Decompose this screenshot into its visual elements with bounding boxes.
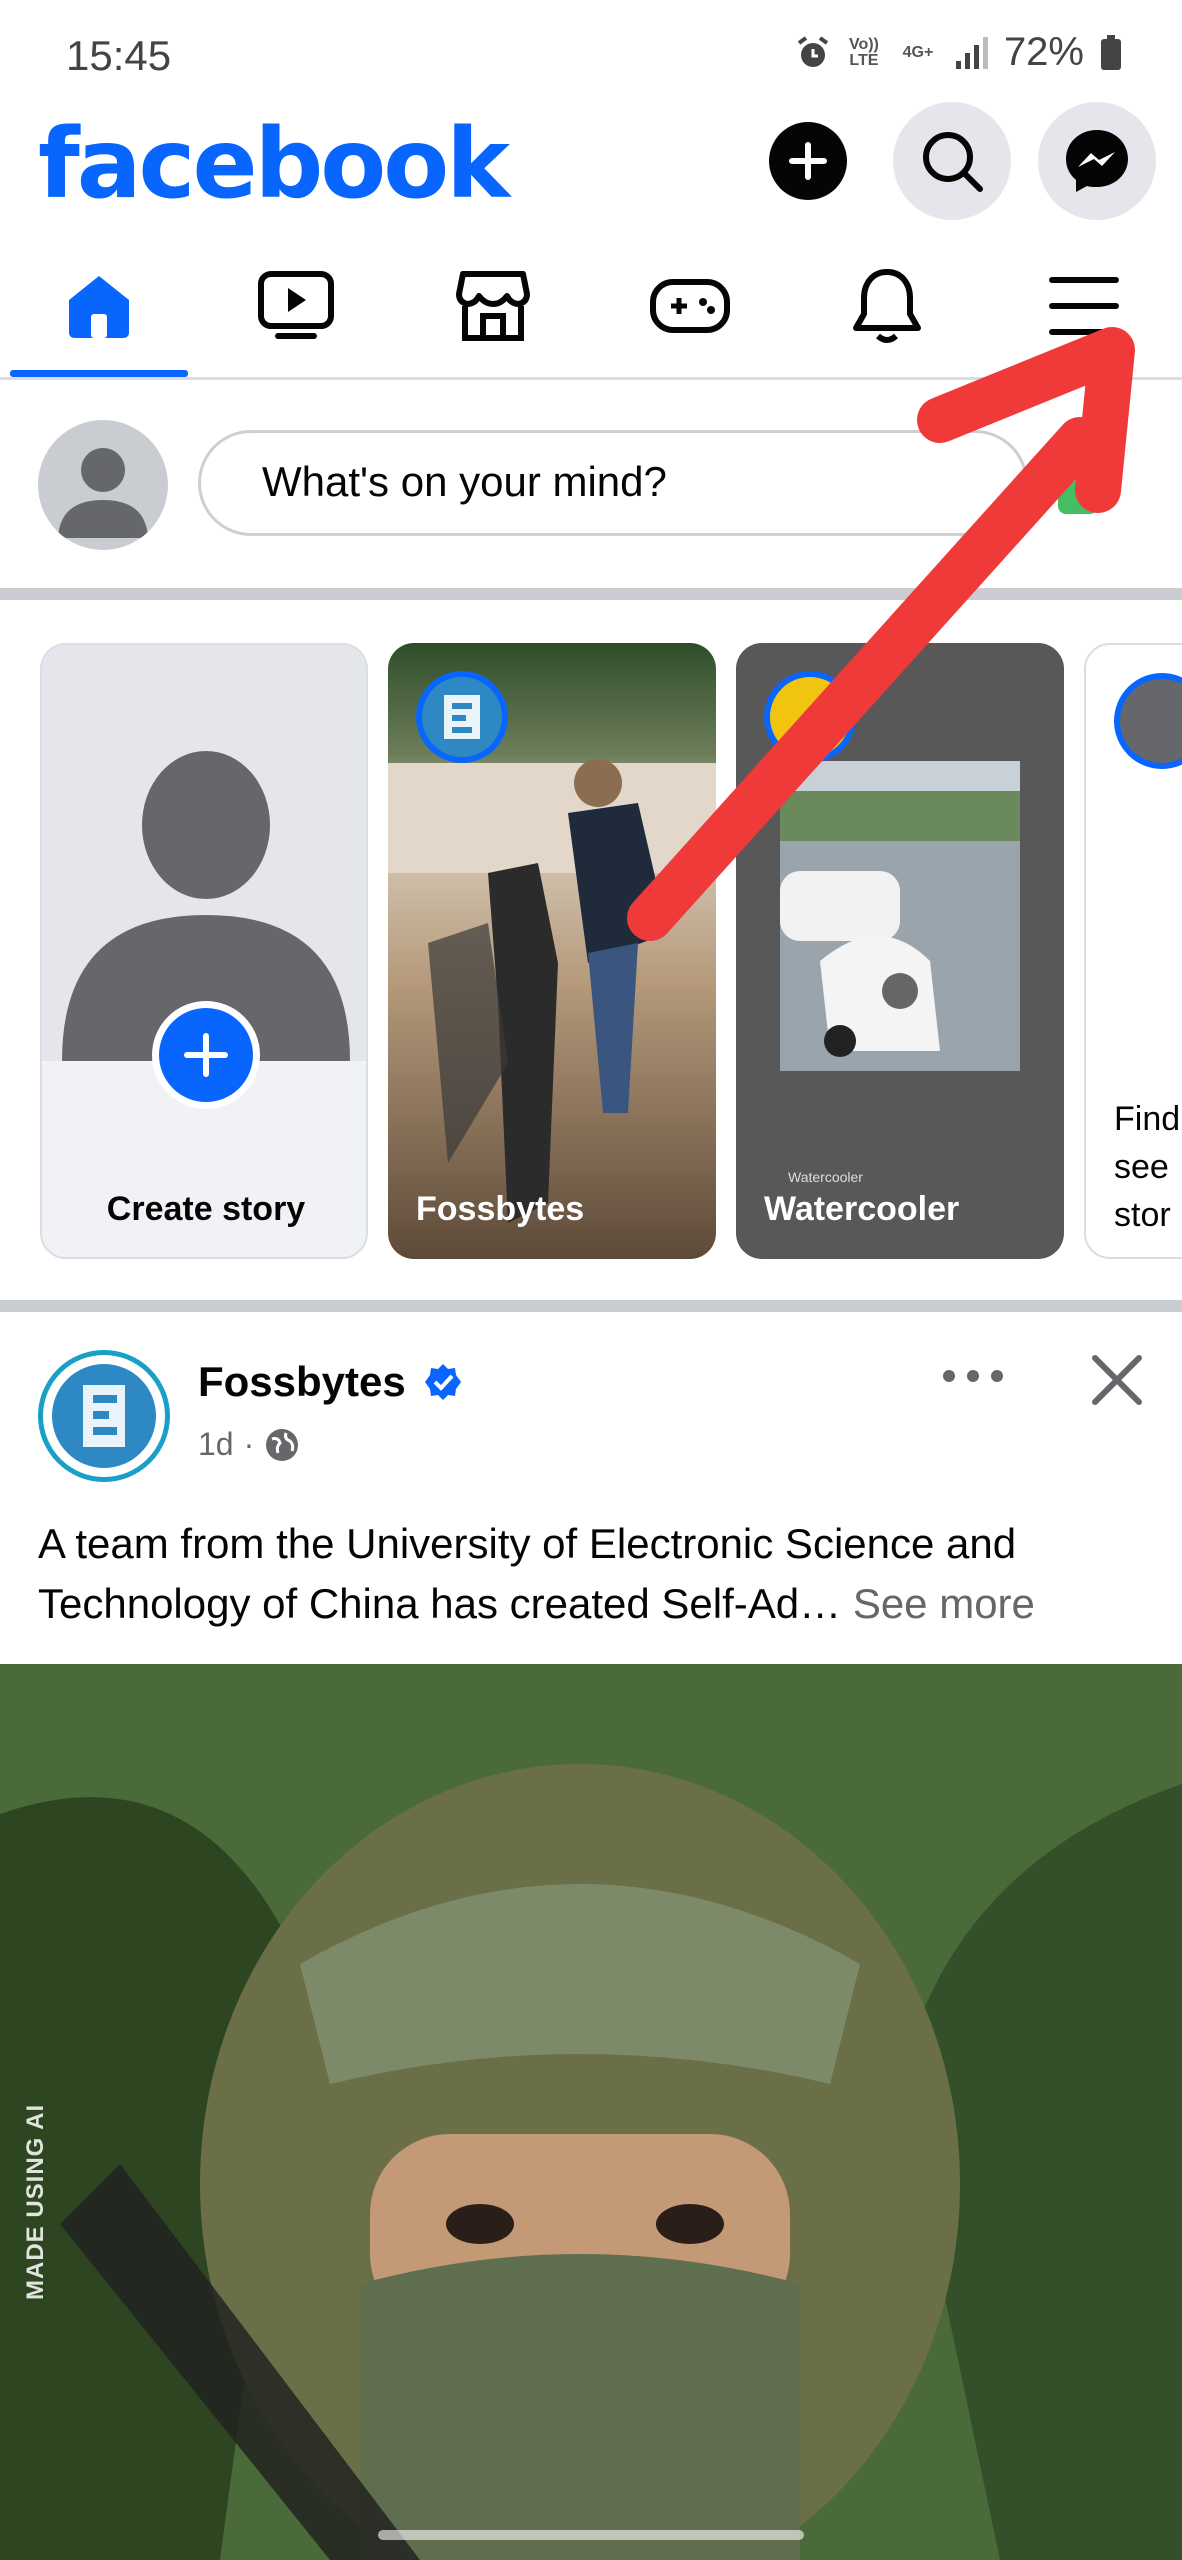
fossbytes-logo-icon <box>444 695 480 739</box>
post-author-name[interactable]: Fossbytes <box>198 1358 463 1406</box>
hamburger-icon <box>1048 277 1119 335</box>
search-button[interactable] <box>893 102 1011 220</box>
fossbytes-logo-icon <box>52 1364 156 1468</box>
tab-marketplace[interactable] <box>394 235 591 377</box>
post-text: A team from the University of Electronic… <box>38 1514 1158 1634</box>
battery-icon <box>1101 34 1121 70</box>
plus-icon <box>789 142 827 180</box>
status-bar: 15:45 Vo)) LTE 4G+ 72% <box>0 0 1182 110</box>
active-tab-indicator <box>10 370 188 377</box>
video-icon <box>257 271 334 339</box>
verified-badge-icon <box>425 1364 462 1400</box>
post-image[interactable] <box>0 1664 1182 2560</box>
default-avatar-icon <box>62 751 350 1061</box>
composer-placeholder: What's on your mind? <box>262 458 667 505</box>
plus-icon <box>184 1033 228 1077</box>
globe-icon <box>266 1428 299 1461</box>
post-meta: 1d · <box>198 1426 300 1463</box>
tab-bar <box>0 235 1182 380</box>
post-options-button[interactable] <box>938 1356 1008 1396</box>
tab-home[interactable] <box>0 235 197 377</box>
messenger-icon <box>1066 130 1128 192</box>
status-icons: Vo)) LTE 4G+ 72% <box>796 30 1122 75</box>
story-label-line: stor <box>1114 1196 1171 1234</box>
story-label-line: Find <box>1114 1100 1181 1138</box>
network-icon: 4G+ <box>902 43 934 61</box>
profile-avatar[interactable] <box>38 420 168 550</box>
fossbytes-story-avatar <box>416 671 508 763</box>
ai-disclosure-label: MADE USING AI <box>22 2103 49 2300</box>
search-icon <box>923 132 983 192</box>
story-card-create[interactable]: Create story <box>40 643 368 1259</box>
create-story-button[interactable] <box>152 1001 260 1109</box>
story-label: Find see stor <box>1114 1095 1180 1239</box>
status-time: 15:45 <box>66 32 172 79</box>
story-thumbnail <box>780 761 1020 1071</box>
post-author-avatar[interactable] <box>38 1350 170 1482</box>
more-icon <box>943 1370 1003 1382</box>
messenger-button[interactable] <box>1038 102 1156 220</box>
hide-post-button[interactable] <box>1084 1350 1150 1410</box>
gaming-icon <box>649 279 730 333</box>
create-story-preview <box>42 645 366 1061</box>
volte-icon: Vo)) LTE <box>848 35 879 69</box>
story-watermark: Watercooler <box>788 1169 863 1185</box>
story-card-fossbytes[interactable]: Fossbytes <box>388 643 716 1259</box>
facebook-logo[interactable]: facebook <box>38 108 510 220</box>
signal-icon <box>955 36 988 69</box>
see-more-link[interactable]: See more <box>853 1580 1035 1627</box>
tab-gaming[interactable] <box>591 235 788 377</box>
story-label: Create story <box>106 1190 306 1228</box>
watercooler-story-avatar <box>764 671 856 763</box>
author-name-text: Fossbytes <box>198 1358 406 1405</box>
post-time: 1d <box>198 1426 234 1462</box>
alarm-icon <box>797 35 829 67</box>
story-label-line: see <box>1114 1148 1169 1186</box>
suggestion-avatar <box>1114 673 1182 769</box>
story-label: Fossbytes <box>416 1190 585 1228</box>
section-divider <box>0 588 1182 600</box>
story-card-watercooler[interactable]: Watercooler Watercooler <box>736 643 1064 1259</box>
tab-menu[interactable] <box>985 235 1182 377</box>
battery-percent: 72% <box>1003 30 1084 74</box>
home-icon <box>68 276 129 338</box>
story-label: Watercooler <box>764 1190 960 1228</box>
photo-icon[interactable] <box>1058 452 1098 514</box>
meta-separator: · <box>243 1426 255 1462</box>
gesture-bar <box>378 2530 804 2540</box>
soldier-photo <box>0 1664 1182 2560</box>
close-icon <box>1092 1355 1142 1405</box>
default-avatar-icon <box>58 448 148 538</box>
bell-icon <box>852 269 921 343</box>
marketplace-icon <box>455 271 530 341</box>
tab-video[interactable] <box>197 235 394 377</box>
tab-notifications[interactable] <box>788 235 985 377</box>
story-card-suggestion[interactable]: Find see stor <box>1084 643 1182 1259</box>
create-button[interactable] <box>769 122 847 200</box>
section-divider <box>0 1300 1182 1312</box>
